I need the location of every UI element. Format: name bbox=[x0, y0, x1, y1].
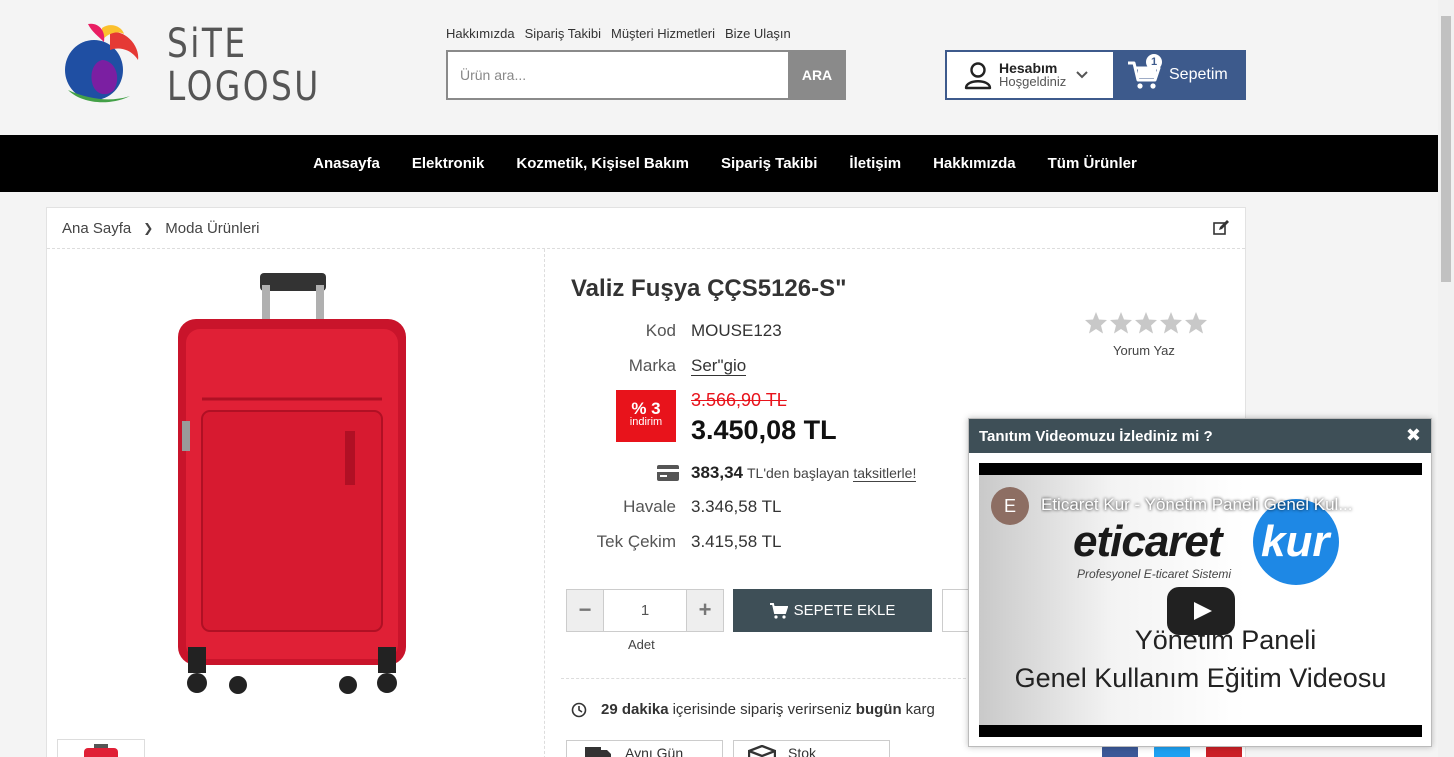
site-logo[interactable]: SiTE LOGOSU bbox=[62, 20, 318, 110]
discount-badge: % 3 indirim bbox=[616, 390, 676, 442]
transfer-label: Havale bbox=[623, 497, 676, 516]
video-brand-right: kur bbox=[1261, 517, 1330, 566]
top-link-customer-service[interactable]: Müşteri Hizmetleri bbox=[611, 26, 715, 41]
account-text: Hesabım Hoşgeldiniz bbox=[999, 61, 1066, 89]
add-to-cart-button[interactable]: SEPETE EKLE bbox=[733, 589, 932, 632]
search-bar: ARA bbox=[446, 50, 846, 100]
popup-title: Tanıtım Videomuzu İzlediniz mi ? bbox=[979, 427, 1213, 445]
same-day-label: Aynı Gün bbox=[625, 745, 684, 757]
search-input[interactable] bbox=[446, 50, 788, 100]
brand-link[interactable]: Ser"gio bbox=[691, 356, 747, 376]
cart-icon: 1 bbox=[1127, 54, 1163, 90]
single-payment-price: 3.415,58 TL bbox=[691, 532, 782, 551]
nav-item-about[interactable]: Hakkımızda bbox=[933, 155, 1016, 172]
star-rating-icon bbox=[1085, 312, 1207, 334]
delivery-info: 29 dakika içerisinde sipariş verirseniz … bbox=[571, 701, 935, 718]
logo-text: SiTE LOGOSU bbox=[167, 21, 321, 110]
delivery-text-tail: karg bbox=[905, 701, 935, 718]
delivery-text: içerisinde sipariş verirseniz bbox=[672, 701, 852, 718]
divider bbox=[561, 678, 981, 679]
more-options-icon[interactable]: ⋮ bbox=[1374, 495, 1392, 516]
cart-icon bbox=[769, 602, 788, 619]
old-price: 3.566,90 TL bbox=[691, 390, 787, 410]
delivery-minutes: 29 dakika bbox=[601, 701, 669, 718]
clock-icon bbox=[571, 702, 587, 717]
nav-item-contact[interactable]: İletişim bbox=[849, 155, 901, 172]
main-nav: Anasayfa Elektronik Kozmetik, Kişisel Ba… bbox=[0, 135, 1438, 192]
video-thumbnail: eticaret kur Profesyonel E-ticaret Siste… bbox=[979, 475, 1422, 725]
brand-label: Marka bbox=[628, 356, 676, 375]
cart-button[interactable]: 1 Sepetim bbox=[1113, 50, 1246, 100]
current-price: 3.450,08 TL bbox=[691, 415, 837, 445]
product-image[interactable] bbox=[174, 271, 414, 697]
top-link-order-tracking[interactable]: Sipariş Takibi bbox=[525, 26, 601, 41]
nav-item-cosmetics[interactable]: Kozmetik, Kişisel Bakım bbox=[516, 155, 689, 172]
nav-item-all-products[interactable]: Tüm Ürünler bbox=[1048, 155, 1137, 172]
account-title: Hesabım bbox=[999, 60, 1058, 76]
product-thumbnail[interactable] bbox=[57, 739, 145, 757]
truck-icon bbox=[585, 747, 611, 757]
discount-percent: % 3 bbox=[631, 399, 661, 418]
edit-icon[interactable] bbox=[1213, 220, 1229, 236]
installment-link[interactable]: taksitlerle! bbox=[853, 465, 917, 482]
video-line-2: Genel Kullanım Eğitim Videosu bbox=[1014, 663, 1387, 693]
quantity-label: Adet bbox=[628, 637, 655, 652]
user-icon bbox=[964, 62, 992, 90]
video-tagline: Profesyonel E-ticaret Sistemi bbox=[1077, 567, 1232, 581]
add-to-cart-label: SEPETE EKLE bbox=[793, 602, 896, 619]
discount-label: indirim bbox=[629, 416, 663, 428]
chevron-down-icon bbox=[1076, 71, 1088, 79]
product-title: Valiz Fuşya ÇÇS5126-S" bbox=[571, 275, 847, 302]
delivery-today: bugün bbox=[855, 701, 902, 718]
top-link-contact[interactable]: Bize Ulaşın bbox=[725, 26, 791, 41]
product-gallery bbox=[47, 249, 545, 757]
scrollbar-thumb[interactable] bbox=[1441, 16, 1451, 282]
logo-mark-icon bbox=[65, 23, 139, 103]
stock-chip: Stok bbox=[733, 740, 890, 757]
breadcrumb: Ana Sayfa ❯ Moda Ürünleri bbox=[47, 208, 1245, 249]
thumbnail-image bbox=[84, 744, 118, 757]
nav-item-home[interactable]: Anasayfa bbox=[313, 155, 380, 172]
product-brand[interactable]: Ser"gio bbox=[691, 356, 747, 376]
box-icon bbox=[748, 745, 776, 757]
cart-label: Sepetim bbox=[1169, 66, 1228, 83]
page-scrollbar[interactable] bbox=[1438, 0, 1454, 757]
video-player[interactable]: eticaret kur Profesyonel E-ticaret Siste… bbox=[979, 463, 1422, 737]
video-brand-left: eticaret bbox=[1073, 517, 1223, 566]
write-review-link[interactable]: Yorum Yaz bbox=[1113, 343, 1175, 358]
video-popup: Tanıtım Videomuzu İzlediniz mi ? ✖ etica… bbox=[968, 418, 1432, 747]
breadcrumb-home[interactable]: Ana Sayfa bbox=[62, 220, 131, 237]
quantity-increase-button[interactable]: + bbox=[687, 590, 723, 631]
video-title[interactable]: Eticaret Kur - Yönetim Paneli Genel Kul.… bbox=[1041, 495, 1361, 515]
stock-label: Stok bbox=[788, 745, 817, 757]
installment-text: TL'den başlayan bbox=[747, 465, 850, 481]
channel-avatar[interactable]: E bbox=[991, 487, 1029, 525]
installment-amount: 383,34 bbox=[691, 463, 743, 482]
rating-stars[interactable] bbox=[1084, 311, 1208, 335]
nav-item-order-tracking[interactable]: Sipariş Takibi bbox=[721, 155, 817, 172]
installment-info: 383,34 TL'den başlayan taksitlerle! bbox=[657, 463, 917, 483]
quantity-input[interactable]: 1 bbox=[603, 590, 687, 631]
same-day-chip: Aynı Gün bbox=[566, 740, 723, 757]
quantity-decrease-button[interactable]: − bbox=[567, 590, 603, 631]
credit-card-icon bbox=[657, 465, 679, 481]
transfer-price: 3.346,58 TL bbox=[691, 497, 782, 516]
popup-header: Tanıtım Videomuzu İzlediniz mi ? ✖ bbox=[969, 419, 1431, 453]
account-button[interactable]: Hesabım Hoşgeldiniz bbox=[945, 50, 1115, 100]
quantity-stepper: − 1 + bbox=[566, 589, 724, 632]
top-link-about[interactable]: Hakkımızda bbox=[446, 26, 515, 41]
code-label: Kod bbox=[645, 321, 676, 340]
play-button-icon[interactable] bbox=[1167, 587, 1235, 635]
breadcrumb-separator-icon: ❯ bbox=[143, 221, 154, 235]
nav-item-electronics[interactable]: Elektronik bbox=[412, 155, 485, 172]
header: SiTE LOGOSU Hakkımızda Sipariş Takibi Mü… bbox=[0, 0, 1438, 135]
product-code: MOUSE123 bbox=[691, 321, 782, 340]
breadcrumb-category[interactable]: Moda Ürünleri bbox=[165, 220, 259, 237]
single-payment-label: Tek Çekim bbox=[596, 532, 676, 551]
account-subtitle: Hoşgeldiniz bbox=[999, 74, 1067, 89]
close-icon[interactable]: ✖ bbox=[1406, 425, 1421, 446]
cart-count-badge: 1 bbox=[1146, 54, 1162, 70]
search-button[interactable]: ARA bbox=[788, 50, 846, 100]
top-links: Hakkımızda Sipariş Takibi Müşteri Hizmet… bbox=[446, 26, 791, 41]
